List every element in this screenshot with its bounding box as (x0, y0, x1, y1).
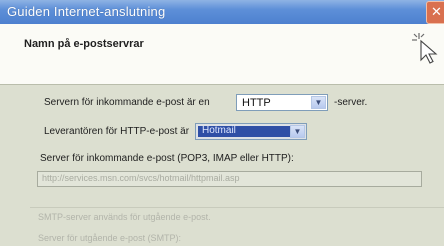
provider-label: Leverantören för HTTP-e-post är (44, 126, 190, 137)
page-title: Namn på e-postservrar (24, 38, 144, 50)
incoming-server-input[interactable]: http://services.msn.com/svcs/hotmail/htt… (37, 171, 422, 187)
provider-value: Hotmail (202, 125, 236, 136)
wizard-header: Namn på e-postservrar (0, 24, 444, 85)
form-area: Servern för inkommande e-post är en HTTP… (0, 85, 444, 246)
server-type-select[interactable]: HTTP ▼ (236, 94, 328, 111)
server-type-value: HTTP (242, 97, 271, 109)
chevron-down-icon[interactable]: ▼ (311, 96, 326, 109)
title-bar: Guiden Internet-anslutning ✕ (0, 0, 444, 24)
close-icon: ✕ (431, 4, 442, 19)
outgoing-server-label: Server för utgående e-post (SMTP): (38, 233, 182, 243)
provider-select[interactable]: Hotmail ▼ (195, 123, 307, 140)
divider (30, 207, 444, 208)
close-button[interactable]: ✕ (426, 1, 444, 24)
chevron-down-icon[interactable]: ▼ (290, 125, 305, 138)
wizard-cursor-icon (412, 33, 438, 64)
smtp-note: SMTP-server används för utgående e-post. (38, 212, 211, 222)
incoming-server-value: http://services.msn.com/svcs/hotmail/htt… (42, 173, 240, 183)
server-suffix-label: -server. (334, 97, 368, 108)
incoming-type-label: Servern för inkommande e-post är en (44, 97, 210, 108)
incoming-server-label: Server för inkommande e-post (POP3, IMAP… (40, 153, 294, 164)
window-title: Guiden Internet-anslutning (7, 4, 166, 19)
